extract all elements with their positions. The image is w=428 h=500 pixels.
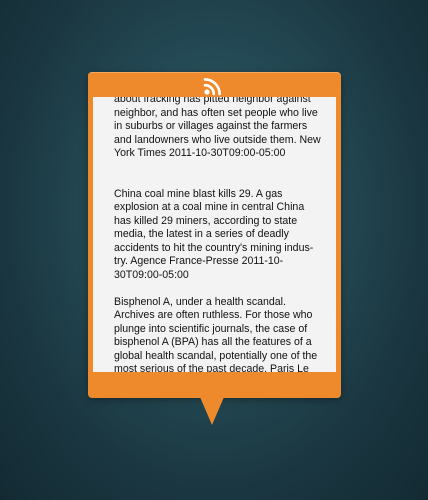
- feed-item[interactable]: about fracking has pitted neighbor again…: [114, 97, 324, 161]
- feed-list: about fracking has pitted neighbor again…: [114, 97, 324, 372]
- feed-item-text: China coal mine blast kills 29. A gas ex…: [114, 187, 314, 281]
- feed-item-text: about fracking has pitted neighbor again…: [114, 97, 321, 159]
- widget-pointer: [200, 397, 224, 425]
- feed-item[interactable]: China coal mine blast kills 29. A gas ex…: [114, 188, 324, 283]
- feed-item-text: Bisphenol A, under a health scandal. Arc…: [114, 295, 318, 373]
- feed-item[interactable]: Bisphenol A, under a health scandal. Arc…: [114, 296, 324, 373]
- rss-icon[interactable]: [203, 76, 223, 96]
- feed-content-pane[interactable]: about fracking has pitted neighbor again…: [93, 97, 336, 372]
- news-feed-widget: about fracking has pitted neighbor again…: [88, 72, 341, 398]
